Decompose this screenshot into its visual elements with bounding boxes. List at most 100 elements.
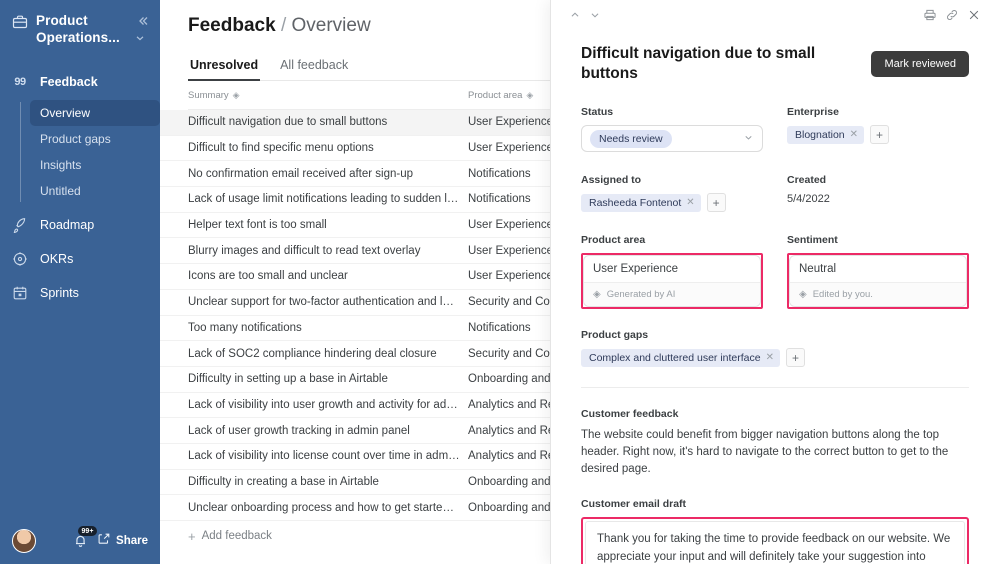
section-customer-email-draft: Customer email draft Thank you for takin…: [581, 498, 969, 564]
column-header-label: Product area: [468, 90, 523, 101]
sidebar-footer: 99+ Share: [0, 518, 160, 564]
sentiment-box[interactable]: Neutral ◈ Edited by you.: [789, 255, 967, 307]
breadcrumb-root[interactable]: Feedback: [188, 15, 276, 36]
status-select[interactable]: Needs review: [581, 125, 763, 152]
quote-glyph: 99: [14, 76, 26, 88]
footnote-label: Edited by you.: [812, 289, 873, 300]
field-label: Assigned to: [581, 174, 642, 186]
add-assignee-button[interactable]: +: [706, 193, 726, 212]
email-draft-text[interactable]: Thank you for taking the time to provide…: [585, 521, 965, 564]
panel-body: Difficult navigation due to small button…: [551, 30, 999, 564]
section-customer-feedback: Customer feedback The website could bene…: [581, 408, 969, 478]
sort-diamond-icon[interactable]: ◈: [233, 90, 240, 101]
cell-summary: Lack of visibility into license count ov…: [188, 450, 468, 463]
close-icon[interactable]: ✕: [766, 352, 774, 363]
share-label: Share: [116, 535, 148, 547]
close-icon[interactable]: [963, 5, 985, 25]
field-status: Status Needs review: [581, 106, 763, 152]
print-icon[interactable]: [919, 5, 941, 25]
cell-summary: Too many notifications: [188, 321, 302, 334]
cell-summary: Difficulty in setting up a base in Airta…: [188, 373, 388, 386]
sparkle-icon: ◈: [799, 289, 807, 300]
sentiment-value: Neutral: [790, 256, 966, 283]
field-assigned-to: Assigned to Rasheeda Fontenot ✕ +: [581, 174, 763, 212]
calendar-icon: [12, 285, 28, 301]
briefcase-icon: [12, 14, 28, 30]
sort-diamond-icon[interactable]: ◈: [526, 90, 533, 101]
sidebar-item-overview[interactable]: Overview: [30, 100, 160, 126]
share-button[interactable]: Share: [97, 532, 148, 551]
cell-summary: Difficulty in creating a base in Airtabl…: [188, 475, 379, 488]
bell-icon: [73, 535, 88, 552]
chip-product-gap[interactable]: Complex and cluttered user interface ✕: [581, 348, 780, 367]
sidebar-item-untitled[interactable]: Untitled: [30, 178, 160, 204]
sidebar-subitem-label: Insights: [40, 158, 82, 172]
plus-icon: +: [188, 528, 196, 544]
chevron-down-icon[interactable]: [134, 31, 146, 43]
panel-toolbar: [551, 0, 999, 30]
add-product-gap-button[interactable]: +: [785, 348, 805, 367]
share-icon: [97, 532, 111, 551]
add-enterprise-button[interactable]: +: [870, 125, 890, 144]
sentiment-highlight: Neutral ◈ Edited by you.: [787, 253, 969, 309]
close-icon[interactable]: ✕: [686, 197, 694, 208]
section-divider: [581, 387, 969, 388]
close-icon[interactable]: ✕: [850, 129, 858, 140]
sidebar-nav: 99 Feedback Overview Product gaps Insigh…: [0, 68, 160, 310]
tab-label: All feedback: [280, 58, 349, 72]
field-grid-1: Status Needs review Enterprise Blognatio…: [581, 106, 969, 152]
link-icon[interactable]: [941, 5, 963, 25]
column-header-label: Summary: [188, 90, 229, 101]
tab-all-feedback[interactable]: All feedback: [278, 54, 350, 80]
sidebar-item-sprints[interactable]: Sprints: [0, 276, 160, 310]
product-area-highlight: User Experience ◈ Generated by AI: [581, 253, 763, 309]
product-area-footnote: ◈ Generated by AI: [584, 283, 760, 306]
cell-summary: Helper text font is too small: [188, 219, 327, 232]
collapse-sidebar-icon[interactable]: [136, 14, 150, 28]
cell-summary: Unclear onboarding process and how to ge…: [188, 501, 468, 514]
mark-reviewed-button[interactable]: Mark reviewed: [871, 51, 969, 77]
sidebar-subitem-label: Untitled: [40, 184, 81, 198]
tab-label: Unresolved: [190, 58, 259, 72]
chip-assignee[interactable]: Rasheeda Fontenot ✕: [581, 193, 701, 212]
column-header-summary[interactable]: Summary ◈: [188, 90, 468, 101]
notifications-button[interactable]: 99+: [73, 526, 97, 552]
field-label: Created: [787, 174, 827, 186]
product-area-box[interactable]: User Experience ◈ Generated by AI: [583, 255, 761, 307]
field-enterprise: Enterprise Blognation ✕ +: [787, 106, 969, 152]
sidebar-item-roadmap[interactable]: Roadmap: [0, 208, 160, 242]
detail-panel: Difficult navigation due to small button…: [550, 0, 999, 564]
chevron-up-icon[interactable]: [565, 5, 585, 25]
enterprise-chips: Blognation ✕ +: [787, 125, 969, 144]
tab-unresolved[interactable]: Unresolved: [188, 54, 261, 81]
field-product-gaps: Product gaps Complex and cluttered user …: [581, 329, 969, 367]
cell-summary: Lack of SOC2 compliance hindering deal c…: [188, 347, 437, 360]
field-label: Product area: [581, 234, 646, 246]
avatar[interactable]: [12, 529, 36, 553]
sidebar-item-feedback[interactable]: 99 Feedback: [0, 68, 160, 96]
sidebar-subnav: Overview Product gaps Insights Untitled: [20, 100, 160, 204]
field-grid-2: Assigned to Rasheeda Fontenot ✕ + Create…: [581, 174, 969, 212]
chip-enterprise[interactable]: Blognation ✕: [787, 125, 865, 144]
field-label: Enterprise: [787, 106, 839, 118]
sidebar-item-label: Sprints: [40, 286, 79, 300]
section-label: Customer feedback: [581, 408, 679, 420]
chevron-down-icon[interactable]: [585, 5, 605, 25]
sidebar-item-product-gaps[interactable]: Product gaps: [30, 126, 160, 152]
chevron-down-icon: [743, 132, 754, 145]
sidebar: Product Operations... 99 Feedback Overvi…: [0, 0, 160, 564]
cell-summary: Lack of visibility into user growth and …: [188, 398, 468, 411]
sidebar-item-okrs[interactable]: OKRs: [0, 242, 160, 276]
field-label: Sentiment: [787, 234, 838, 246]
breadcrumb-current: Overview: [291, 15, 371, 36]
panel-title-row: Difficult navigation due to small button…: [581, 44, 969, 84]
sparkle-icon: ◈: [593, 289, 601, 300]
field-product-area: Product area User Experience ◈ Generated…: [581, 234, 763, 309]
field-created: Created 5/4/2022: [787, 174, 969, 212]
sidebar-subitem-label: Overview: [40, 106, 91, 120]
rocket-icon: [12, 217, 28, 234]
cell-summary: No confirmation email received after sig…: [188, 167, 413, 180]
cell-summary: Unclear support for two-factor authentic…: [188, 296, 468, 309]
chip-label: Blognation: [795, 128, 845, 141]
sidebar-item-insights[interactable]: Insights: [30, 152, 160, 178]
